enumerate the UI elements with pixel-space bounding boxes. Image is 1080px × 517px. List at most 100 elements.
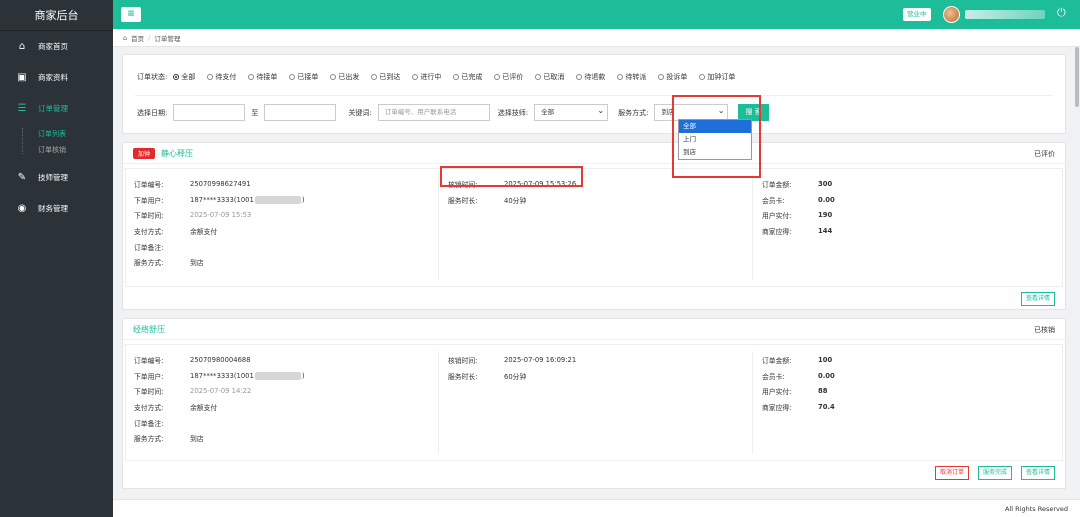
payment-method: 余额支付: [190, 403, 218, 412]
breadcrumb-home[interactable]: 首页: [131, 33, 144, 43]
sidebar-subitem-order-verify[interactable]: 订单核销: [0, 142, 113, 158]
sidebar-item-label: 技师管理: [38, 173, 68, 182]
avatar[interactable]: [943, 6, 960, 23]
order-number: 25070980004688: [190, 355, 251, 364]
status-radio-reviewed[interactable]: 已评价: [494, 72, 523, 82]
service-info-column: 核销时间: 2025-07-09 16:09:21 服务时长: 60分钟: [448, 355, 577, 381]
order-time: 2025-07-09 15:53: [190, 211, 252, 220]
service-complete-button[interactable]: 服务完成: [978, 466, 1013, 480]
sidebar-item-label: 订单管理: [38, 104, 68, 113]
order-card: 加钟 静心释压 已评价 订单编号: 25070998627491 下单用户: 187…: [122, 142, 1066, 310]
status-radio-pending-refund[interactable]: 待退款: [576, 72, 605, 82]
sidebar-item-label: 商家首页: [38, 42, 68, 51]
view-details-button[interactable]: 查看详情: [1021, 292, 1056, 306]
status-radio-complaint[interactable]: 投诉单: [658, 72, 687, 82]
top-bar: ≡ 营业中 ⏻: [113, 0, 1080, 29]
status-radio-arrived[interactable]: 已到达: [371, 72, 400, 82]
service-title[interactable]: 静心释压: [161, 148, 193, 159]
main-content: 订单状态: 全部 待支付 待接单 已接单 已出发 已到达 进行中 已完成 已评价…: [122, 54, 1066, 489]
verify-time: 2025-07-09 16:09:21: [504, 355, 577, 364]
redacted-block: [254, 371, 301, 380]
user-paid: 88: [818, 387, 828, 396]
order-card: 经络舒压 已核销 订单编号: 25070980004688 下单用户: 187***…: [122, 318, 1066, 489]
status-radio-all[interactable]: 全部: [173, 72, 195, 82]
order-details: 订单编号: 25070998627491 下单用户: 187****3333(100…: [125, 168, 1063, 287]
business-status-button[interactable]: 营业中: [903, 8, 931, 21]
technician-select[interactable]: 全部: [534, 103, 609, 121]
end-date-input[interactable]: [264, 104, 337, 121]
sidebar-item-finance[interactable]: ◉ 财务管理: [0, 193, 113, 224]
status-radio-unpaid[interactable]: 待支付: [207, 72, 236, 82]
home-small-icon: ⌂: [123, 33, 128, 42]
order-amount: 300: [818, 179, 833, 188]
status-radio-pending-reassign[interactable]: 待转派: [617, 72, 646, 82]
order-info-column: 订单编号: 25070998627491 下单用户: 187****3333(100…: [134, 179, 305, 268]
order-details: 订单编号: 25070980004688 下单用户: 187****3333(100…: [125, 344, 1063, 461]
status-radio-completed[interactable]: 已完成: [453, 72, 482, 82]
service-mode: 到店: [190, 259, 204, 268]
start-date-input[interactable]: [173, 104, 246, 121]
order-card-header: 加钟 静心释压 已评价: [123, 143, 1065, 164]
service-duration: 60分钟: [504, 372, 527, 381]
highlight-box-verify-time: [440, 166, 583, 187]
status-radio-extra-time[interactable]: 加钟订单: [699, 72, 735, 82]
order-status: 已核销: [1034, 326, 1055, 334]
order-icon: ☰: [17, 103, 27, 114]
filter-panel: 订单状态: 全部 待支付 待接单 已接单 已出发 已到达 进行中 已完成 已评价…: [122, 54, 1066, 134]
service-mode-label: 服务方式:: [618, 108, 649, 117]
power-icon[interactable]: ⏻: [1057, 6, 1066, 20]
username-redacted: [965, 10, 1045, 19]
amount-info-column: 订单金额: 100 会员卡: 0.00 用户实付: 88 商家应得: 70.4: [762, 355, 835, 412]
sidebar-item-label: 商家资料: [38, 73, 68, 82]
merchant-due: 144: [818, 226, 833, 235]
service-title[interactable]: 经络舒压: [133, 324, 165, 335]
edit-icon: ✎: [17, 172, 27, 183]
order-info-column: 订单编号: 25070980004688 下单用户: 187****3333(100…: [134, 355, 305, 444]
technician-label: 选择技师:: [497, 108, 529, 117]
order-amount: 100: [818, 355, 833, 364]
order-card-header: 经络舒压 已核销: [123, 319, 1065, 340]
keyword-input[interactable]: 订单编号、用户联系电话: [377, 104, 490, 121]
order-user: 187****3333(1001): [190, 371, 305, 380]
extra-time-tag: 加钟: [133, 147, 156, 159]
status-radio-cancelled[interactable]: 已取消: [535, 72, 564, 82]
amount-info-column: 订单金额: 300 会员卡: 0.00 用户实付: 190 商家应得: 144: [762, 179, 835, 236]
finance-icon: ◉: [17, 203, 27, 214]
order-number: 25070998627491: [190, 179, 251, 188]
date-label: 选择日期:: [137, 108, 168, 117]
date-to-label: 至: [251, 108, 259, 117]
merchant-due: 70.4: [818, 402, 835, 411]
profile-icon: ▣: [17, 72, 27, 83]
sidebar-item-profile[interactable]: ▣ 商家资料: [0, 62, 113, 93]
payment-method: 余额支付: [190, 227, 218, 236]
page-scrollbar[interactable]: [1075, 47, 1079, 107]
keyword-label: 关键词:: [348, 108, 372, 117]
service-mode: 到店: [190, 435, 204, 444]
status-radio-accepted[interactable]: 已接单: [289, 72, 318, 82]
sidebar-item-label: 财务管理: [38, 204, 68, 213]
order-user: 187****3333(1001): [190, 195, 305, 204]
order-time: 2025-07-09 14:22: [190, 387, 252, 396]
sidebar-item-technicians[interactable]: ✎ 技师管理: [0, 162, 113, 193]
sidebar-item-orders[interactable]: ☰ 订单管理: [0, 93, 113, 124]
footer: All Rights Reserved: [113, 499, 1080, 517]
home-icon: ⌂: [18, 41, 26, 52]
status-radio-pending-accept[interactable]: 待接单: [248, 72, 277, 82]
view-details-button[interactable]: 查看详情: [1021, 466, 1056, 480]
member-card-amount: 0.00: [818, 371, 835, 380]
status-radio-departed[interactable]: 已出发: [330, 72, 359, 82]
sidebar-title: 商家后台: [0, 0, 113, 31]
menu-toggle-button[interactable]: ≡: [121, 7, 141, 22]
status-filter-row: 订单状态: 全部 待支付 待接单 已接单 已出发 已到达 进行中 已完成 已评价…: [137, 72, 747, 82]
sidebar-item-home[interactable]: ⌂ 商家首页: [0, 31, 113, 62]
order-status: 已评价: [1034, 150, 1055, 158]
member-card-amount: 0.00: [818, 195, 835, 204]
cancel-order-button[interactable]: 取消订单: [935, 466, 970, 480]
highlight-box-dropdown: [672, 95, 761, 178]
status-radio-in-progress[interactable]: 进行中: [412, 72, 441, 82]
sidebar-subitem-order-list[interactable]: 订单列表: [0, 126, 113, 142]
sidebar: 商家后台 ⌂ 商家首页 ▣ 商家资料 ☰ 订单管理 订单列表 订单核销 ✎ 技师管理 ◉…: [0, 0, 113, 517]
user-paid: 190: [818, 211, 833, 220]
redacted-block: [254, 195, 301, 204]
breadcrumb-current: 订单管理: [154, 34, 181, 43]
